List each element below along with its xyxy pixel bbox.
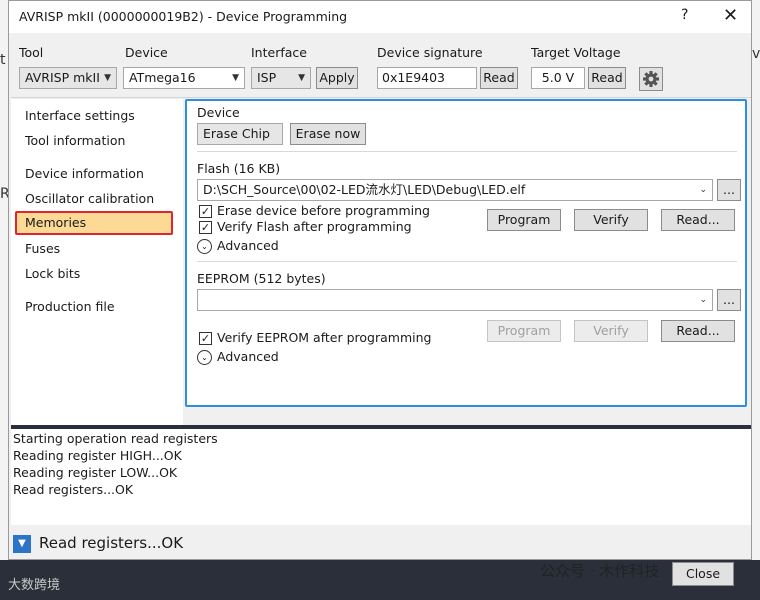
device-select[interactable]: ATmega16 ▼ [123, 67, 245, 89]
voltage-read-button[interactable]: Read [588, 67, 626, 89]
flash-section-heading: Flash (16 KB) [197, 161, 281, 176]
eeprom-read-button[interactable]: Read... [661, 320, 735, 342]
flash-file-select[interactable]: D:\SCH_Source\00\02-LED流水灯\LED\Debug\LED… [197, 179, 713, 201]
sidebar-item-device-information[interactable]: Device information [25, 166, 144, 181]
apply-button[interactable]: Apply [316, 67, 358, 89]
verify-flash-label: Verify Flash after programming [217, 219, 412, 234]
eeprom-file-select[interactable]: ⌄ [197, 289, 713, 311]
device-section-heading: Device [197, 105, 240, 120]
sidebar-item-tool-information[interactable]: Tool information [25, 133, 125, 148]
signature-read-button[interactable]: Read [480, 67, 518, 89]
verify-flash-checkbox[interactable]: ✓ [199, 221, 212, 234]
sidebar-item-production-file[interactable]: Production file [25, 299, 115, 314]
erase-mode-select[interactable]: Erase Chip [197, 123, 283, 145]
target-voltage-field[interactable]: 5.0 V [531, 67, 585, 89]
verify-eeprom-checkbox[interactable]: ✓ [199, 332, 212, 345]
title-bar: AVRISP mkII (0000000019B2) - Device Prog… [9, 1, 751, 33]
device-select-value: ATmega16 [129, 70, 196, 85]
flash-browse-button[interactable]: ... [717, 179, 741, 201]
erase-before-label: Erase device before programming [217, 203, 430, 218]
sidebar-item-fuses[interactable]: Fuses [25, 241, 60, 256]
tool-select[interactable]: AVRISP mkII ▼ [19, 67, 117, 89]
triangle-down-icon[interactable]: ▼ [13, 535, 31, 553]
log-line: Reading register LOW...OK [13, 465, 178, 480]
flash-verify-button[interactable]: Verify [574, 209, 648, 231]
chevron-down-icon: ▼ [232, 73, 239, 83]
status-bar: ▼ Read registers...OK [11, 529, 751, 559]
section-divider [197, 261, 737, 262]
gear-icon [643, 71, 659, 87]
eeprom-program-button[interactable]: Program [487, 320, 561, 342]
chevron-down-icon: ▼ [298, 73, 305, 83]
status-text: Read registers...OK [39, 534, 184, 552]
watermark-left: 大数跨境 [8, 578, 61, 593]
erase-now-button[interactable]: Erase now [290, 123, 366, 145]
background-window-right [752, 0, 760, 560]
close-icon[interactable]: ✕ [723, 5, 738, 26]
tool-label: Tool [19, 45, 44, 60]
memories-panel: Device Erase Chip Erase now Flash (16 KB… [185, 99, 747, 407]
erase-before-checkbox[interactable]: ✓ [199, 205, 212, 218]
toolbar-separator [11, 97, 751, 98]
interface-label: Interface [251, 45, 307, 60]
chevron-down-circle-icon[interactable]: ⌄ [197, 239, 212, 254]
log-line: Reading register HIGH...OK [13, 448, 182, 463]
eeprom-browse-button[interactable]: ... [717, 289, 741, 311]
section-divider [197, 151, 737, 152]
eeprom-section-heading: EEPROM (512 bytes) [197, 271, 326, 286]
sidebar-item-memories[interactable]: Memories [15, 211, 173, 235]
erase-mode-value: Erase Chip [203, 126, 270, 141]
output-log: Starting operation read registers Readin… [11, 429, 751, 525]
verify-eeprom-label: Verify EEPROM after programming [217, 330, 432, 345]
flash-read-button[interactable]: Read... [661, 209, 735, 231]
sidebar-item-interface-settings[interactable]: Interface settings [25, 108, 135, 123]
device-programming-dialog: AVRISP mkII (0000000019B2) - Device Prog… [8, 0, 752, 560]
flash-file-path: D:\SCH_Source\00\02-LED流水灯\LED\Debug\LED… [203, 182, 526, 197]
background-edge-text: t [0, 52, 6, 68]
sidebar: Interface settings Tool information Devi… [11, 99, 183, 425]
background-edge-text: v [752, 46, 760, 62]
target-voltage-label: Target Voltage [531, 45, 621, 60]
close-button[interactable]: Close [672, 562, 734, 586]
watermark-right: 公众号 · 木作科技 [540, 562, 660, 580]
settings-button[interactable] [639, 67, 663, 91]
tool-select-value: AVRISP mkII [25, 70, 100, 85]
chevron-down-icon: ⌄ [699, 185, 707, 195]
chevron-down-circle-icon[interactable]: ⌄ [197, 350, 212, 365]
interface-select-value: ISP [257, 70, 277, 85]
log-line: Read registers...OK [13, 482, 134, 497]
flash-advanced-label[interactable]: Advanced [217, 238, 279, 253]
device-signature-label: Device signature [377, 45, 483, 60]
sidebar-item-lock-bits[interactable]: Lock bits [25, 266, 80, 281]
chevron-down-icon: ⌄ [699, 295, 707, 305]
device-label: Device [125, 45, 168, 60]
interface-select[interactable]: ISP ▼ [251, 67, 311, 89]
flash-program-button[interactable]: Program [487, 209, 561, 231]
eeprom-verify-button[interactable]: Verify [574, 320, 648, 342]
chevron-down-icon: ▼ [104, 73, 111, 83]
log-line: Starting operation read registers [13, 431, 218, 446]
device-signature-field[interactable]: 0x1E9403 [377, 67, 477, 89]
help-button[interactable]: ? [681, 7, 688, 23]
eeprom-advanced-label[interactable]: Advanced [217, 349, 279, 364]
window-title: AVRISP mkII (0000000019B2) - Device Prog… [19, 9, 348, 24]
sidebar-item-oscillator-calibration[interactable]: Oscillator calibration [25, 191, 154, 206]
